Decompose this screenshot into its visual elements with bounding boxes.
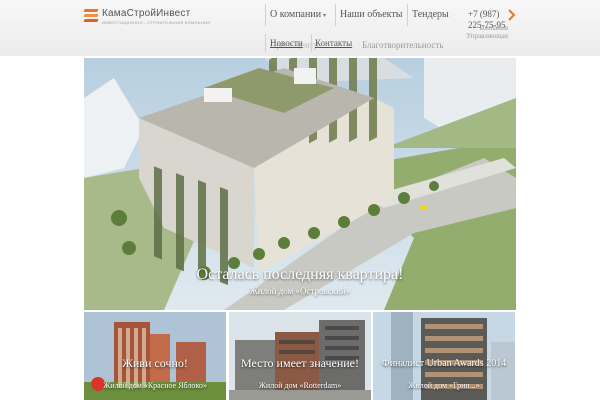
nav-item-about[interactable]: О компании ▾ — [270, 9, 326, 20]
nav-divider — [265, 4, 266, 26]
chevron-down-icon: ▾ — [323, 13, 327, 19]
management-company-line-1: компания — [479, 24, 508, 32]
site-header: КамаСтройИнвест ИНВЕСТИЦИОННО - СТРОИТЕЛ… — [0, 0, 600, 56]
logo-mark-icon — [83, 9, 99, 23]
arrow-right-icon[interactable] — [508, 9, 516, 21]
promo-subtitle: Жилой дом «Грин...» — [408, 381, 480, 390]
nav-divider — [407, 4, 408, 26]
nav-item-news[interactable]: Новости — [270, 38, 303, 48]
nav-divider — [335, 4, 336, 26]
promo-subtitle: Жилой дом «Красное Яблоко» — [103, 381, 207, 390]
nav-item-contacts[interactable]: Контакты — [315, 38, 352, 48]
management-company-line-2: Управляющая — [466, 32, 508, 40]
promo-card-rotterdam[interactable]: Место имеет значение! Жилой дом «Rotterd… — [229, 312, 371, 400]
promo-card-red-apple[interactable]: Живи сочно! Жилой дом «Красное Яблоко» — [84, 312, 226, 400]
promo-title: Место имеет значение! — [241, 356, 359, 370]
hero-title: Осталась последняя квартира! — [196, 266, 404, 283]
promo-title: Финалист Urban Awards 2014 — [381, 358, 507, 369]
hero-subtitle: Жилой дом «Островский» — [249, 286, 351, 296]
hero-banner[interactable]: Осталась последняя квартира! Жилой дом «… — [84, 58, 516, 310]
company-logo[interactable]: КамаСтройИнвест ИНВЕСТИЦИОННО - СТРОИТЕЛ… — [83, 7, 210, 29]
phone-line-1: +7 (987) — [468, 9, 500, 19]
logo-tagline: ИНВЕСТИЦИОННО - СТРОИТЕЛЬНАЯ КОМПАНИЯ — [102, 20, 211, 25]
nav-divider — [265, 34, 266, 52]
nav-item-about-label: О компании — [270, 9, 322, 20]
promo-subtitle: Жилой дом «Rotterdam» — [258, 381, 342, 390]
management-company-link[interactable]: компания Управляющая — [456, 24, 508, 40]
nav-divider — [311, 34, 312, 52]
logo-name: КамаСтройИнвест — [102, 8, 191, 19]
nav-item-objects[interactable]: Наши объекты — [340, 9, 402, 20]
promo-card-urban-awards[interactable]: Финалист Urban Awards 2014 Жилой дом «Гр… — [373, 312, 515, 400]
nav-item-tenders[interactable]: Тендеры — [412, 9, 449, 20]
nav-item-charity[interactable]: Благотворительность — [362, 40, 443, 50]
promo-title: Живи сочно! — [122, 356, 188, 370]
